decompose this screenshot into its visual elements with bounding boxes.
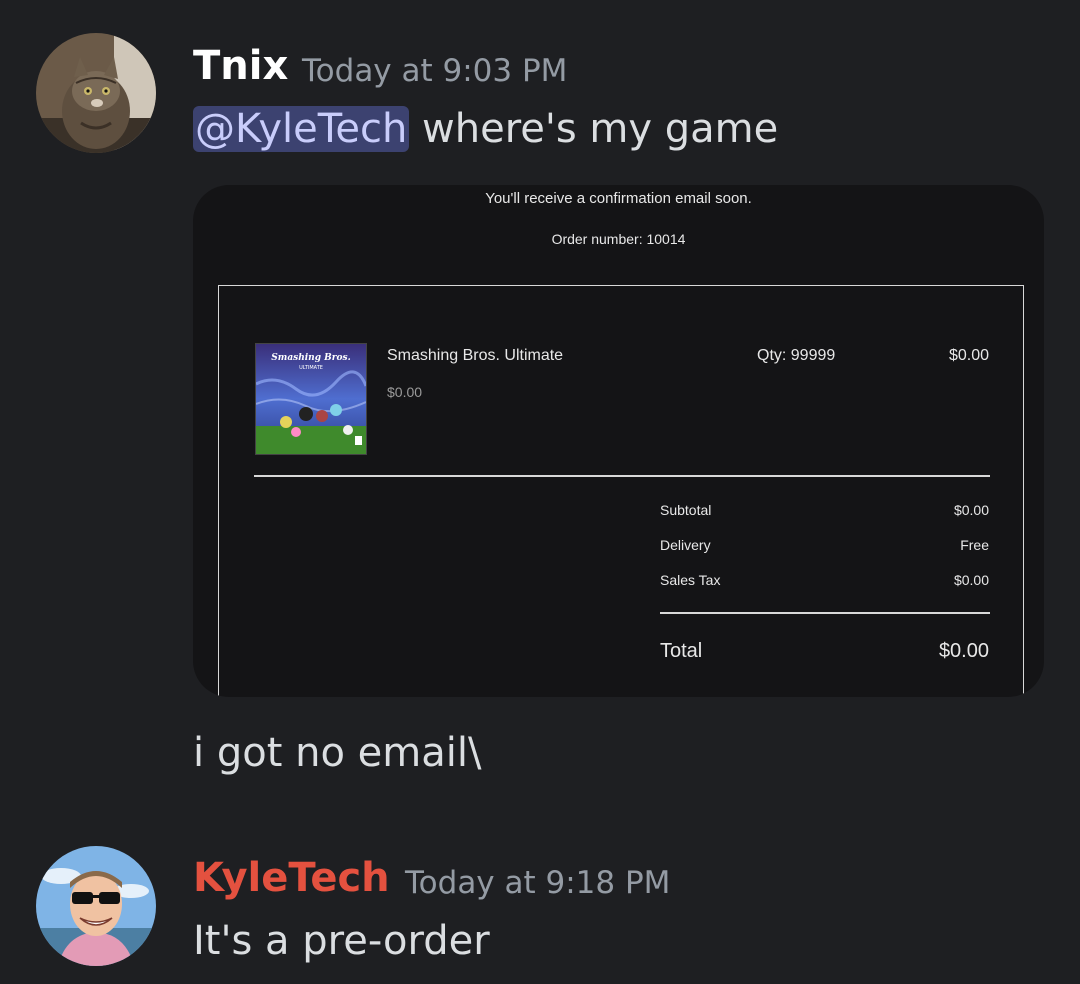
delivery-label: Delivery xyxy=(660,537,711,553)
username[interactable]: Tnix xyxy=(193,43,288,89)
item-unit-price: $0.00 xyxy=(387,384,423,400)
confirmation-text: You'll receive a confirmation email soon… xyxy=(485,190,752,207)
tax-value: $0.00 xyxy=(953,572,989,588)
person-sunglasses-avatar-icon[interactable] xyxy=(36,846,156,966)
cover-title: Smashing Bros. xyxy=(271,353,350,363)
cat-avatar-icon[interactable] xyxy=(36,33,156,153)
timestamp: Today at 9:03 PM xyxy=(302,53,568,89)
message-text: @KyleTech where's my game xyxy=(193,106,778,152)
username[interactable]: KyleTech xyxy=(193,855,390,901)
message-text: It's a pre-order xyxy=(193,918,490,964)
cover-subtitle: ULTIMATE xyxy=(299,365,323,371)
message-text: i got no email\ xyxy=(193,730,482,776)
order-number: Order number: 10014 xyxy=(551,231,686,247)
order-summary-box: Smashing Bros. ULTIMATE Smashing Bros. U… xyxy=(218,285,1024,697)
divider xyxy=(254,475,990,477)
item-name[interactable]: Smashing Bros. Ultimate xyxy=(387,347,563,365)
subtotal-value: $0.00 xyxy=(953,502,989,518)
mention[interactable]: @KyleTech xyxy=(193,106,410,152)
delivery-value: Free xyxy=(960,537,989,553)
tax-label: Sales Tax xyxy=(660,572,721,588)
total-value: $0.00 xyxy=(938,640,989,662)
item-qty: Qty: 99999 xyxy=(757,347,836,364)
game-cover-image: Smashing Bros. ULTIMATE xyxy=(255,343,367,455)
order-confirmation-image[interactable]: You'll receive a confirmation email soon… xyxy=(193,185,1044,697)
total-label: Total xyxy=(660,640,703,662)
message-body: where's my game xyxy=(409,106,779,152)
timestamp: Today at 9:18 PM xyxy=(405,865,671,901)
item-line-total: $0.00 xyxy=(948,347,989,364)
divider xyxy=(660,612,990,614)
subtotal-label: Subtotal xyxy=(660,502,712,518)
